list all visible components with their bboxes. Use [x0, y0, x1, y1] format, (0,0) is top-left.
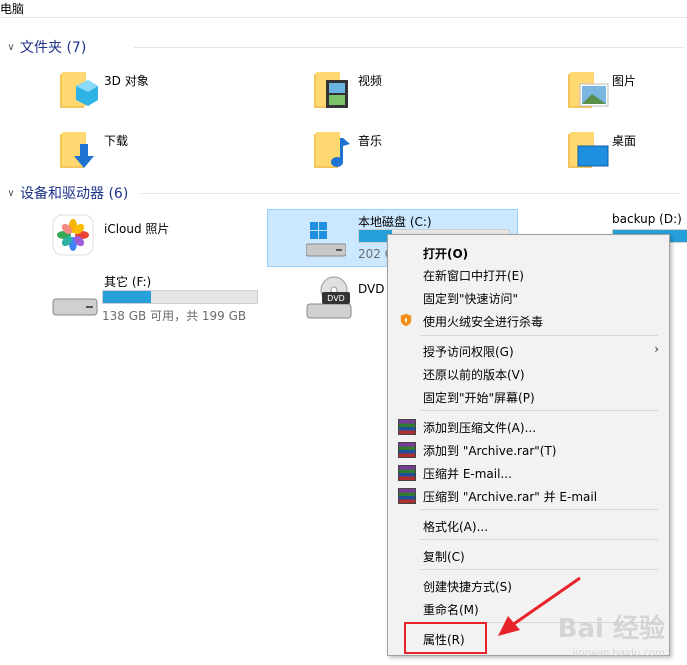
- menu-separator: [420, 509, 658, 510]
- dvd-badge: DVD: [327, 294, 345, 303]
- winrar-icon: [398, 419, 416, 435]
- section-rule: [140, 193, 680, 194]
- huorong-shield-icon: [400, 313, 412, 327]
- menu-separator: [420, 569, 658, 570]
- desktop-folder-icon: [568, 132, 609, 168]
- menu-item-label: 授予访问权限(G): [423, 345, 514, 359]
- windows-drive-icon: [306, 222, 346, 257]
- menu-item-label: 添加到压缩文件(A)...: [423, 421, 537, 435]
- breadcrumb[interactable]: 电脑: [0, 0, 24, 17]
- device-label: 其它 (F:): [104, 275, 152, 289]
- menu-item-compress-rar-email[interactable]: 压缩到 "Archive.rar" 并 E-mail: [388, 484, 669, 506]
- dvd-drive-icon: DVD: [306, 276, 352, 319]
- folder-label: 桌面: [612, 134, 637, 148]
- f-drive-usage-bar: [102, 290, 258, 304]
- menu-item-label: 压缩到 "Archive.rar" 并 E-mail: [423, 490, 598, 504]
- menu-item-open[interactable]: 打开(O): [388, 241, 669, 263]
- watermark-logo: Bai 经验: [557, 614, 665, 644]
- menu-item-label: 格式化(A)...: [423, 520, 489, 534]
- videos-folder-icon: [314, 72, 348, 108]
- folder-music[interactable]: 音乐: [312, 130, 512, 174]
- folder-videos[interactable]: 视频: [312, 70, 512, 114]
- other-f-item[interactable]: 其它 (F:) 138 GB 可用，共 199 GB: [52, 273, 262, 325]
- folder-desktop[interactable]: 桌面: [566, 130, 686, 174]
- folder-label: 下载: [104, 134, 129, 148]
- menu-item-grant-access[interactable]: 授予访问权限(G) ›: [388, 339, 669, 361]
- annotation-highlight-box: [404, 622, 487, 654]
- folder-label: 视频: [358, 74, 383, 88]
- downloads-folder-icon: [60, 132, 94, 168]
- usage-fill: [103, 291, 151, 303]
- icloud-photos-item[interactable]: iCloud 照片: [52, 214, 262, 264]
- devices-section-title: 设备和驱动器 (6): [20, 186, 129, 202]
- menu-item-label: 打开(O): [423, 247, 469, 261]
- menu-item-add-to-archive-rar[interactable]: 添加到 "Archive.rar"(T): [388, 438, 669, 460]
- winrar-icon: [398, 465, 416, 481]
- watermark-url: jingyan.baidu.com: [572, 648, 665, 659]
- menu-item-label: 在新窗口中打开(E): [423, 269, 524, 283]
- pictures-folder-icon: [568, 72, 609, 108]
- menu-item-label: 固定到"快速访问": [423, 292, 519, 306]
- menu-item-pin-quick-access[interactable]: 固定到"快速访问": [388, 286, 669, 308]
- 3d-objects-folder-icon: [60, 72, 98, 108]
- menu-item-label: 还原以前的版本(V): [423, 368, 525, 382]
- device-label: backup (D:): [612, 212, 682, 226]
- menu-item-label: 重命名(M): [423, 603, 479, 617]
- icloud-photos-icon: [52, 214, 94, 256]
- menu-separator: [420, 539, 658, 540]
- music-folder-icon: [314, 132, 350, 168]
- menu-item-label: 压缩并 E-mail...: [423, 467, 512, 481]
- menu-item-label: 固定到"开始"屏幕(P): [423, 391, 535, 405]
- menu-item-label: 使用火绒安全进行杀毒: [423, 315, 544, 329]
- chevron-down-icon[interactable]: ∨: [4, 42, 18, 53]
- divider: [0, 17, 687, 18]
- section-rule: [134, 47, 684, 48]
- hard-drive-icon: [52, 298, 98, 316]
- menu-item-copy[interactable]: 复制(C): [388, 544, 669, 566]
- drive-capacity: 138 GB 可用，共 199 GB: [102, 309, 247, 323]
- menu-item-restore-versions[interactable]: 还原以前的版本(V): [388, 362, 669, 384]
- folder-label: 3D 对象: [104, 74, 149, 88]
- menu-separator: [420, 410, 658, 411]
- menu-item-label: 添加到 "Archive.rar"(T): [423, 444, 557, 458]
- folder-3d-objects[interactable]: 3D 对象: [58, 70, 258, 114]
- folders-section-title: 文件夹 (7): [20, 40, 87, 56]
- device-label: iCloud 照片: [104, 222, 170, 236]
- menu-item-format[interactable]: 格式化(A)...: [388, 514, 669, 536]
- folders-section-header[interactable]: ∨ 文件夹 (7): [4, 37, 684, 57]
- chevron-right-icon: ›: [654, 342, 659, 356]
- dvd-drive-item[interactable]: DVD DVD: [306, 276, 386, 322]
- menu-item-pin-start[interactable]: 固定到"开始"屏幕(P): [388, 385, 669, 407]
- menu-item-add-to-archive[interactable]: 添加到压缩文件(A)...: [388, 415, 669, 437]
- winrar-icon: [398, 488, 416, 504]
- folder-label: 音乐: [358, 134, 383, 148]
- chevron-down-icon[interactable]: ∨: [4, 188, 18, 199]
- device-label: DVD: [358, 282, 385, 296]
- menu-item-open-new-window[interactable]: 在新窗口中打开(E): [388, 263, 669, 285]
- folder-label: 图片: [612, 74, 637, 88]
- menu-separator: [420, 335, 658, 336]
- folder-downloads[interactable]: 下载: [58, 130, 258, 174]
- device-label: 本地磁盘 (C:): [358, 215, 432, 229]
- devices-section-header[interactable]: ∨ 设备和驱动器 (6): [4, 183, 684, 203]
- menu-item-label: 复制(C): [423, 550, 465, 564]
- menu-item-compress-email[interactable]: 压缩并 E-mail...: [388, 461, 669, 483]
- menu-item-huorong-scan[interactable]: 使用火绒安全进行杀毒: [388, 309, 669, 331]
- winrar-icon: [398, 442, 416, 458]
- folder-pictures[interactable]: 图片: [566, 70, 686, 114]
